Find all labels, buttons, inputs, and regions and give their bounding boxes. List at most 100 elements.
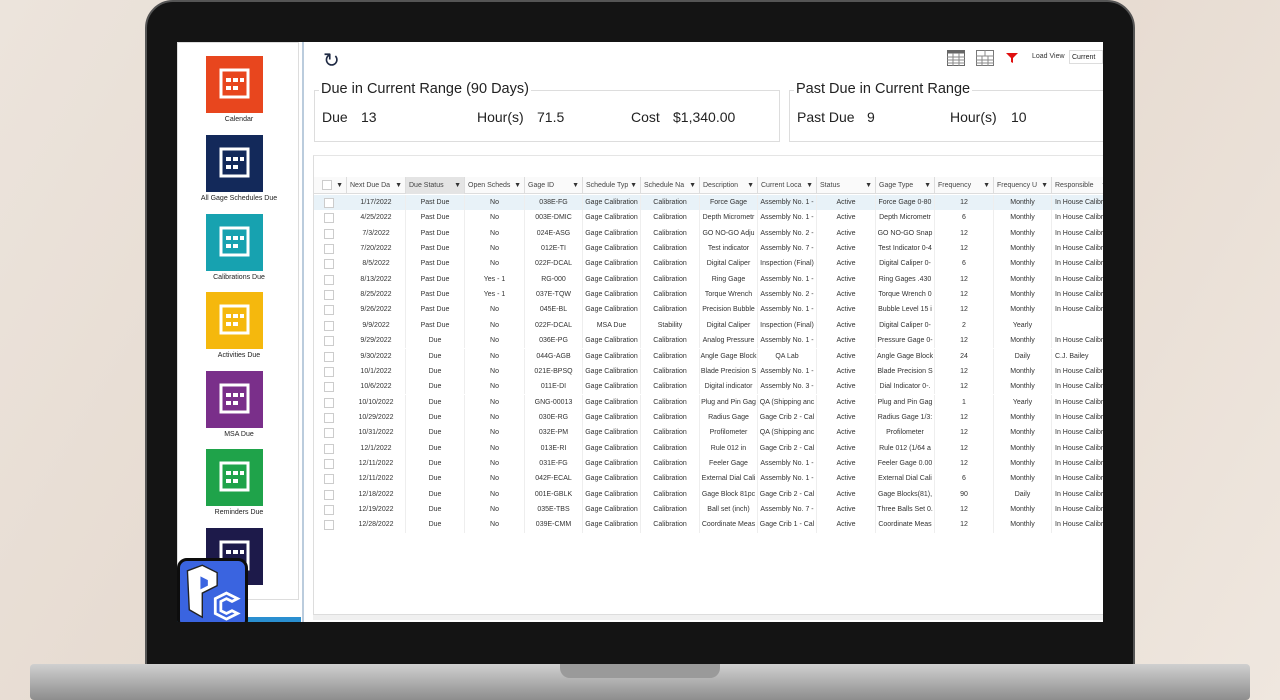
sidebar-label[interactable]: Reminders Due bbox=[178, 509, 300, 516]
table-row[interactable]: 12/19/2022 Due No 035E-TBS Gage Calibration C… bbox=[314, 502, 1103, 518]
select-all-header[interactable]: ▼ bbox=[314, 177, 347, 194]
table-row[interactable]: 8/13/2022 Past Due Yes - 1 RG-000 Gage Calib… bbox=[314, 271, 1103, 288]
table-row[interactable]: 10/10/2022 Due No GNG-00013 Gage Calibration… bbox=[314, 394, 1103, 410]
filter-icon[interactable]: ▼ bbox=[336, 177, 343, 194]
sidebar-divider[interactable] bbox=[302, 42, 304, 622]
horizontal-scrollbar[interactable] bbox=[313, 614, 1103, 620]
table-row[interactable]: 12/11/2022 Due No 042F-ECAL Gage Calibration… bbox=[314, 471, 1103, 487]
table-row[interactable]: 12/11/2022 Due No 031E-FG Gage Calibration Ca… bbox=[314, 455, 1103, 472]
sidebar-tile-reminders-due[interactable] bbox=[206, 449, 263, 506]
filter-icon[interactable]: ▼ bbox=[747, 177, 754, 194]
activities-checklist-icon bbox=[219, 304, 250, 335]
column-header[interactable]: Frequency U ▼ bbox=[994, 177, 1052, 194]
refresh-icon[interactable]: ↻ bbox=[323, 48, 340, 73]
table-row[interactable]: 9/29/2022 Due No 036E-PG Gage Calibration Cal… bbox=[314, 333, 1103, 349]
table-row[interactable]: 1/17/2022 Past Due No 038E-FG Gage Calibrati… bbox=[314, 195, 1103, 211]
sidebar-tile-activities-due[interactable] bbox=[206, 292, 263, 349]
row-checkbox[interactable] bbox=[324, 228, 334, 239]
cell-next-due-da: 12/11/2022 bbox=[347, 455, 406, 472]
column-header[interactable]: Current Loca ▼ bbox=[758, 177, 817, 194]
cell-schedule-na: Calibration bbox=[641, 195, 700, 211]
table-row[interactable]: 10/6/2022 Due No 011E-DI Gage Calibration Cal… bbox=[314, 379, 1103, 395]
row-checkbox[interactable] bbox=[324, 290, 334, 301]
table-row[interactable]: 9/9/2022 Past Due No 022F-DCAL MSA Due Stabil… bbox=[314, 317, 1103, 334]
filter-icon[interactable]: ▼ bbox=[395, 177, 402, 194]
select-all-checkbox[interactable] bbox=[322, 180, 332, 190]
column-header[interactable]: Open Scheds ▼ bbox=[465, 177, 525, 194]
table-row[interactable]: 12/18/2022 Due No 001E-GBLK Gage Calibration… bbox=[314, 486, 1103, 502]
row-checkbox[interactable] bbox=[324, 458, 334, 469]
row-checkbox[interactable] bbox=[324, 351, 334, 362]
sidebar-tile-calibrations-due[interactable] bbox=[206, 214, 263, 271]
row-checkbox[interactable] bbox=[324, 244, 334, 255]
row-checkbox[interactable] bbox=[324, 259, 334, 270]
filter-icon[interactable]: ▼ bbox=[865, 177, 872, 194]
table-row[interactable]: 9/26/2022 Past Due No 045E-BL Gage Calibrati… bbox=[314, 302, 1103, 318]
row-checkbox[interactable] bbox=[324, 443, 334, 454]
table-row[interactable]: 10/1/2022 Due No 021E-BPSQ Gage Calibration C… bbox=[314, 363, 1103, 380]
table-row[interactable]: 4/25/2022 Past Due No 003E-DMIC Gage Calibra… bbox=[314, 210, 1103, 226]
table-row[interactable]: 9/30/2022 Due No 044G-AGB Gage Calibration Ca… bbox=[314, 348, 1103, 364]
column-header[interactable]: Next Due Da ▼ bbox=[347, 177, 406, 194]
sidebar-tile-msa-due[interactable] bbox=[206, 371, 263, 428]
filter-icon[interactable]: ▼ bbox=[689, 177, 696, 194]
filter-icon[interactable]: ▼ bbox=[806, 177, 813, 194]
grid-view-icon[interactable] bbox=[947, 50, 965, 66]
column-header[interactable]: Gage ID ▼ bbox=[525, 177, 583, 194]
cell-frequency-u: Monthly bbox=[994, 241, 1052, 257]
cell-responsible: In House Calibr bbox=[1052, 333, 1103, 348]
table-row[interactable]: 8/5/2022 Past Due No 022F-DCAL Gage Calibrat… bbox=[314, 256, 1103, 272]
sidebar-label[interactable]: Calibrations Due bbox=[178, 274, 300, 281]
filter-icon[interactable] bbox=[1005, 50, 1019, 66]
cell-gage-type: Test Indicator 0-4 bbox=[876, 241, 935, 257]
table-row[interactable]: 10/31/2022 Due No 032E-PM Gage Calibration Ca… bbox=[314, 425, 1103, 441]
filter-icon[interactable]: ▼ bbox=[630, 177, 637, 194]
column-header[interactable]: Status ▼ bbox=[817, 177, 876, 194]
row-checkbox[interactable] bbox=[324, 397, 334, 408]
sidebar-label[interactable]: MSA Due bbox=[178, 431, 300, 438]
column-header[interactable]: Description ▼ bbox=[700, 177, 758, 194]
row-checkbox[interactable] bbox=[324, 382, 334, 393]
table-row[interactable]: 7/20/2022 Past Due No 012E-TI Gage Calibrati… bbox=[314, 241, 1103, 257]
filter-icon[interactable]: ▼ bbox=[1041, 177, 1048, 194]
column-header[interactable]: Schedule Typ ▼ bbox=[583, 177, 641, 194]
row-checkbox[interactable] bbox=[324, 412, 334, 423]
row-checkbox[interactable] bbox=[324, 336, 334, 347]
table-row[interactable]: 12/28/2022 Due No 039E-CMM Gage Calibration C… bbox=[314, 517, 1103, 533]
sidebar-label[interactable]: All Gage Schedules Due bbox=[178, 195, 300, 202]
sidebar-tile-all-gage-schedules-due[interactable] bbox=[206, 135, 263, 192]
filter-icon[interactable]: ▼ bbox=[983, 177, 990, 194]
row-checkbox[interactable] bbox=[324, 520, 334, 531]
row-checkbox[interactable] bbox=[324, 198, 334, 208]
sidebar-tile-calendar[interactable] bbox=[206, 56, 263, 113]
table-row[interactable]: 7/3/2022 Past Due No 024E-ASG Gage Calibrati… bbox=[314, 225, 1103, 241]
card-view-icon[interactable] bbox=[976, 50, 994, 66]
cell-next-due-da: 10/29/2022 bbox=[347, 409, 406, 426]
filter-icon[interactable]: ▼ bbox=[454, 177, 461, 194]
row-checkbox[interactable] bbox=[324, 489, 334, 500]
row-checkbox[interactable] bbox=[324, 320, 334, 331]
row-checkbox[interactable] bbox=[324, 305, 334, 316]
row-checkbox[interactable] bbox=[324, 213, 334, 224]
row-checkbox[interactable] bbox=[324, 428, 334, 439]
cell-gage-id: 035E-TBS bbox=[525, 502, 583, 518]
filter-icon[interactable]: ▼ bbox=[1101, 177, 1103, 194]
filter-icon[interactable]: ▼ bbox=[514, 177, 521, 194]
row-checkbox[interactable] bbox=[324, 274, 334, 285]
row-checkbox[interactable] bbox=[324, 474, 334, 485]
table-row[interactable]: 10/29/2022 Due No 030E-RG Gage Calibration Ca… bbox=[314, 409, 1103, 426]
column-header[interactable]: Frequency ▼ bbox=[935, 177, 994, 194]
filter-icon[interactable]: ▼ bbox=[572, 177, 579, 194]
sidebar-label[interactable]: Calendar bbox=[178, 116, 300, 123]
table-row[interactable]: 8/25/2022 Past Due Yes - 1 037E-TQW Gage Cal… bbox=[314, 287, 1103, 303]
table-row[interactable]: 12/1/2022 Due No 013E-RI Gage Calibration Cal… bbox=[314, 440, 1103, 456]
column-header[interactable]: Schedule Na ▼ bbox=[641, 177, 700, 194]
sidebar-label[interactable]: Activities Due bbox=[178, 352, 300, 359]
column-header[interactable]: Due Status ▼ bbox=[406, 177, 465, 194]
filter-icon[interactable]: ▼ bbox=[924, 177, 931, 194]
column-header[interactable]: Gage Type ▼ bbox=[876, 177, 935, 194]
row-checkbox[interactable] bbox=[324, 366, 334, 377]
column-header[interactable]: Responsible ▼ bbox=[1052, 177, 1103, 194]
row-checkbox[interactable] bbox=[324, 505, 334, 515]
load-view-select[interactable]: Current bbox=[1069, 50, 1103, 64]
